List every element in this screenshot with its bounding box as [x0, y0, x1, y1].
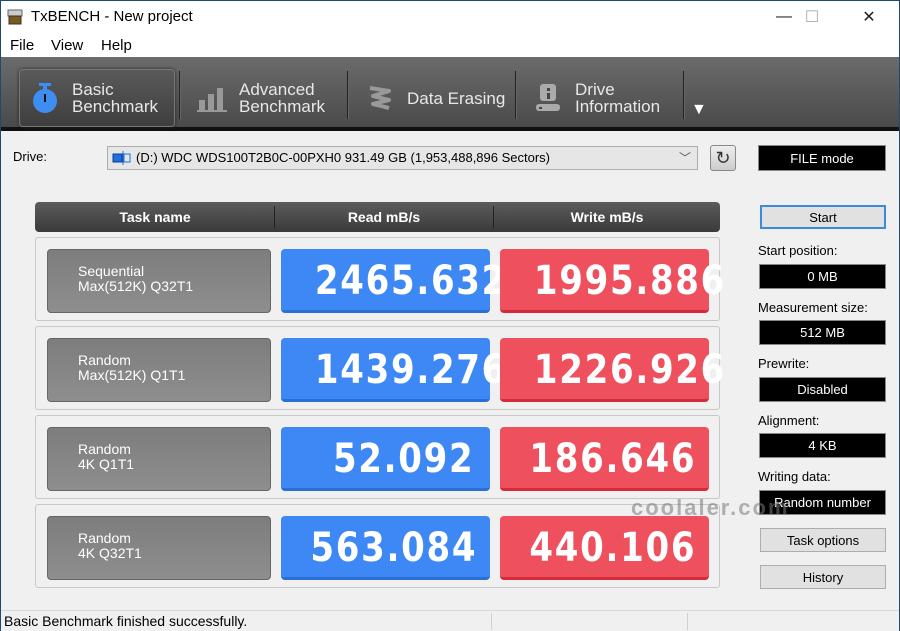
menu-view[interactable]: View [51, 37, 83, 54]
header-read: Read mB/s [347, 209, 421, 225]
status-separator [687, 613, 688, 630]
more-tabs-button[interactable]: ▼ [691, 101, 707, 119]
task-name-line2: 4K Q32T1 [78, 545, 142, 561]
read-value-text: 52.092 [332, 436, 474, 482]
toolbar-separator [179, 71, 181, 119]
window-title: TxBENCH - New project [31, 8, 193, 25]
task-button[interactable]: Sequential Max(512K) Q32T1 [47, 249, 271, 313]
tab-drive-label: Drive Information [575, 81, 660, 115]
drive-selected-value: (D:) WDC WDS100T2B0C-00PXH0 931.49 GB (1… [136, 150, 551, 165]
write-value-text: 440.106 [529, 525, 697, 571]
tab-basic-line2: Benchmark [72, 97, 158, 116]
read-value: 2465.632 [281, 249, 505, 313]
read-value: 52.092 [281, 427, 490, 491]
eraser-icon [363, 81, 397, 115]
start-button[interactable]: Start [760, 205, 886, 229]
toolbar: Basic Benchmark Advanced Benchmark Data Er… [1, 57, 899, 131]
menu-help[interactable]: Help [101, 37, 132, 54]
toolbar-separator [683, 71, 685, 119]
prewrite-label: Prewrite: [758, 356, 810, 371]
task-name-line2: Max(512K) Q32T1 [78, 278, 194, 294]
tab-basic-label: Basic Benchmark [72, 81, 158, 115]
tab-drive-information[interactable]: Drive Information [523, 69, 679, 127]
write-value: 1995.886 [500, 249, 724, 313]
header-task-name: Task name [119, 209, 191, 225]
maximize-button[interactable]: ☐ [789, 1, 835, 33]
alignment-value[interactable]: 4 KB [759, 433, 886, 458]
measurement-size-value[interactable]: 512 MB [759, 320, 886, 345]
read-value-text: 563.084 [310, 525, 478, 571]
chevron-down-icon: ﹀ [678, 151, 691, 165]
result-row-rnd-4k-q1t1: Random 4K Q1T1 52.092 186.646 [35, 415, 720, 499]
drive-row: Drive: (D:) WDC WDS100T2B0C-00PXH0 931.4… [1, 135, 899, 185]
drive-icon [112, 151, 131, 165]
close-button[interactable]: ✕ [846, 1, 892, 33]
results-table-header: Task name Read mB/s Write mB/s [35, 202, 720, 232]
read-value-text: 1439.276 [314, 347, 508, 393]
result-row-rnd-4k-q32t1: Random 4K Q32T1 563.084 440.106 [35, 504, 720, 588]
tab-advanced-line2: Benchmark [239, 97, 325, 116]
start-position-label: Start position: [758, 243, 838, 258]
write-value-text: 1995.886 [533, 258, 727, 304]
tab-advanced-benchmark[interactable]: Advanced Benchmark [187, 69, 343, 127]
measurement-size-label: Measurement size: [758, 300, 868, 315]
app-icon [7, 9, 23, 25]
tab-basic-benchmark[interactable]: Basic Benchmark [19, 69, 175, 127]
title-bar: TxBENCH - New project — ☐ ✕ [1, 1, 899, 33]
toolbar-separator [515, 71, 517, 119]
file-mode-indicator: FILE mode [758, 145, 886, 171]
prewrite-value[interactable]: Disabled [759, 377, 886, 402]
result-row-seq-q32t1: Sequential Max(512K) Q32T1 2465.632 1995.… [35, 237, 724, 321]
drive-info-icon [531, 81, 565, 115]
task-options-button[interactable]: Task options [760, 528, 886, 552]
drive-select[interactable]: (D:) WDC WDS100T2B0C-00PXH0 931.49 GB (1… [107, 146, 698, 170]
task-name-line1: Random [78, 441, 131, 457]
read-value-text: 2465.632 [314, 258, 508, 304]
status-bar: Basic Benchmark finished successfully. [1, 610, 899, 631]
status-text: Basic Benchmark finished successfully. [4, 613, 248, 629]
writing-data-label: Writing data: [758, 469, 831, 484]
stopwatch-icon [28, 81, 62, 115]
tab-erasing-label: Data Erasing [407, 88, 506, 108]
toolbar-separator [347, 71, 349, 119]
write-value: 440.106 [500, 516, 709, 580]
tab-data-erasing[interactable]: Data Erasing [355, 69, 511, 127]
history-button[interactable]: History [760, 565, 886, 589]
refresh-icon: ↻ [715, 147, 731, 168]
task-name-line1: Sequential [78, 263, 145, 279]
tab-advanced-label: Advanced Benchmark [239, 81, 325, 115]
status-separator [491, 613, 492, 630]
tab-drive-line2: Information [575, 97, 661, 116]
result-row-rnd-512k-q1t1: Random Max(512K) Q1T1 1439.276 1226.926 [35, 326, 724, 410]
write-value: 186.646 [500, 427, 709, 491]
menu-file[interactable]: File [10, 37, 34, 54]
menu-bar: File View Help [1, 33, 899, 57]
refresh-button[interactable]: ↻ [710, 145, 736, 171]
read-value: 1439.276 [281, 338, 505, 402]
write-value-text: 186.646 [529, 436, 697, 482]
read-value: 563.084 [281, 516, 490, 580]
write-value: 1226.926 [500, 338, 724, 402]
task-name-line1: Random [78, 352, 131, 368]
start-position-value[interactable]: 0 MB [759, 264, 886, 289]
task-button[interactable]: Random Max(512K) Q1T1 [47, 338, 271, 402]
drive-label: Drive: [13, 149, 47, 164]
write-value-text: 1226.926 [533, 347, 727, 393]
header-write: Write mB/s [570, 209, 644, 225]
task-button[interactable]: Random 4K Q32T1 [47, 516, 271, 580]
app-window: TxBENCH - New project — ☐ ✕ File View He… [0, 0, 900, 631]
task-name-line2: 4K Q1T1 [78, 456, 135, 472]
bar-chart-icon [195, 81, 229, 115]
task-button[interactable]: Random 4K Q1T1 [47, 427, 271, 491]
task-name-line2: Max(512K) Q1T1 [78, 367, 186, 383]
task-name-line1: Random [78, 530, 131, 546]
alignment-label: Alignment: [758, 413, 820, 428]
watermark: coolaler.com [631, 495, 790, 520]
